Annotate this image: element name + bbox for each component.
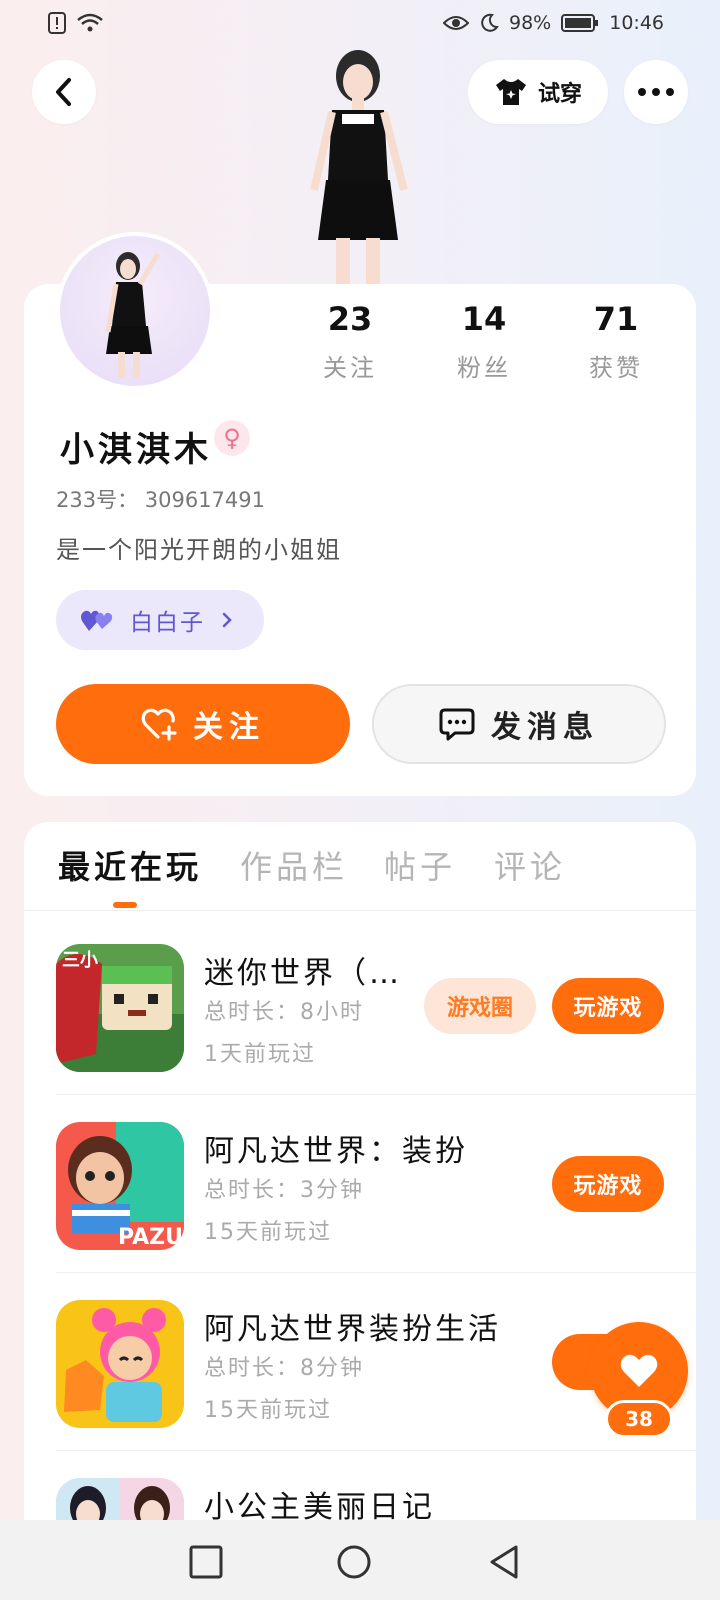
user-id: 233号： 309617491 bbox=[56, 488, 266, 512]
stat-label: 粉丝 bbox=[457, 354, 511, 382]
game-duration: 总时长：3分钟 bbox=[204, 1178, 364, 1203]
stat-label: 获赞 bbox=[589, 354, 643, 382]
stat-value: 71 bbox=[593, 300, 639, 338]
stat-followers[interactable]: 14 粉丝 bbox=[434, 300, 534, 383]
avatar[interactable] bbox=[56, 232, 214, 390]
game-circle-button[interactable]: 游戏圈 bbox=[424, 978, 536, 1034]
female-icon: ♀ bbox=[214, 420, 250, 456]
profile-stats: 23 关注 14 粉丝 71 获赞 bbox=[300, 300, 680, 390]
stat-likes[interactable]: 71 获赞 bbox=[566, 300, 666, 383]
stat-label: 关注 bbox=[323, 354, 377, 382]
tab-indicator bbox=[113, 902, 137, 908]
avatar-figure bbox=[310, 50, 408, 284]
alert-icon bbox=[48, 12, 66, 34]
game-icon: 三小 bbox=[56, 944, 184, 1072]
game-row[interactable]: 三小 迷你世界（… 总时长：8小时 1天前玩过 游戏圈 玩游戏 bbox=[56, 944, 696, 1114]
game-last-played: 1天前玩过 bbox=[204, 1042, 316, 1067]
divider bbox=[56, 1272, 696, 1273]
follow-label: 关注 bbox=[193, 710, 265, 745]
eye-icon bbox=[443, 16, 469, 30]
username: 小淇淇木 bbox=[60, 430, 212, 470]
hearts-icon bbox=[81, 610, 113, 631]
recents-icon[interactable] bbox=[186, 1542, 226, 1582]
game-title: 阿凡达世界：装扮 bbox=[204, 1134, 468, 1169]
try-on-label: 试穿 bbox=[537, 82, 582, 107]
tab-posts[interactable]: 帖子 bbox=[384, 842, 456, 888]
wifi-icon bbox=[77, 13, 103, 32]
battery-percent: 98% bbox=[509, 12, 552, 34]
back-button[interactable] bbox=[32, 60, 96, 124]
stat-value: 14 bbox=[461, 300, 507, 338]
home-icon[interactable] bbox=[334, 1542, 374, 1582]
divider bbox=[56, 1094, 696, 1095]
divider bbox=[24, 910, 696, 911]
more-button[interactable] bbox=[624, 60, 688, 124]
game-row[interactable]: PAZU 阿凡达世界：装扮 总时长：3分钟 15天前玩过 玩游戏 bbox=[56, 1122, 696, 1292]
play-game-button[interactable]: 玩游戏 bbox=[552, 1156, 664, 1212]
chevron-left-icon bbox=[56, 78, 71, 106]
avatar-image bbox=[105, 252, 161, 378]
more-dots-icon bbox=[638, 88, 674, 96]
divider bbox=[56, 1450, 696, 1451]
tab-works[interactable]: 作品栏 bbox=[240, 842, 348, 888]
user-bio: 是一个阳光开朗的小姐姐 bbox=[56, 536, 342, 564]
tab-recent-games[interactable]: 最近在玩 bbox=[58, 842, 202, 888]
game-duration: 总时长：8小时 bbox=[204, 1000, 364, 1025]
message-label: 发消息 bbox=[491, 710, 599, 745]
battery-icon bbox=[561, 14, 599, 32]
play-game-button[interactable]: 玩游戏 bbox=[552, 978, 664, 1034]
follow-button[interactable]: 关注 bbox=[56, 684, 350, 764]
heart-plus-icon bbox=[141, 708, 177, 741]
back-nav-icon[interactable] bbox=[484, 1542, 524, 1582]
game-last-played: 15天前玩过 bbox=[204, 1398, 332, 1423]
chat-bubble-icon bbox=[439, 708, 475, 741]
game-duration: 总时长：8分钟 bbox=[204, 1356, 364, 1381]
game-title: 阿凡达世界装扮生活 bbox=[204, 1312, 501, 1347]
stat-value: 23 bbox=[327, 300, 373, 338]
message-button[interactable]: 发消息 bbox=[372, 684, 666, 764]
try-on-button[interactable]: 试穿 bbox=[468, 60, 608, 124]
guild-name: 白白子 bbox=[130, 610, 205, 636]
tab-comments[interactable]: 评论 bbox=[494, 842, 566, 888]
system-nav-bar bbox=[0, 1520, 720, 1600]
chevron-right-icon bbox=[222, 612, 232, 628]
game-icon bbox=[56, 1300, 184, 1428]
stat-following[interactable]: 23 关注 bbox=[300, 300, 400, 383]
guild-tag[interactable]: 白白子 bbox=[56, 590, 264, 650]
game-title: 迷你世界（… bbox=[204, 956, 402, 991]
game-last-played: 15天前玩过 bbox=[204, 1220, 332, 1245]
game-icon: PAZU bbox=[56, 1122, 184, 1250]
tshirt-icon bbox=[495, 79, 526, 105]
svg-text:三小: 三小 bbox=[62, 950, 98, 971]
clock: 10:46 bbox=[609, 12, 664, 34]
like-count-badge: 38 bbox=[605, 1400, 673, 1438]
heart-icon bbox=[620, 1354, 658, 1387]
moon-icon bbox=[481, 13, 499, 32]
svg-text:PAZU: PAZU bbox=[118, 1225, 183, 1250]
